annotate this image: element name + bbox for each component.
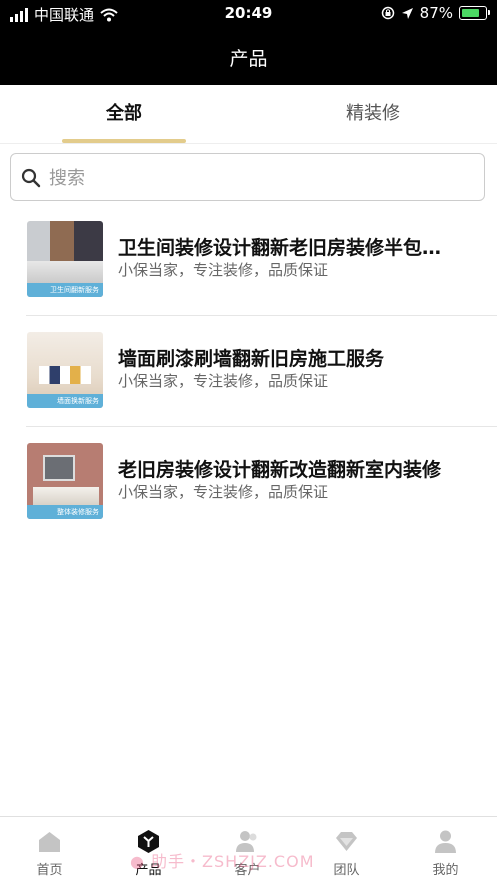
thumbnail-banner: 整体装修服务	[27, 505, 103, 519]
thumbnail-banner: 卫生间翻新服务	[27, 283, 103, 297]
product-item[interactable]: 卫生间翻新服务 卫生间装修设计翻新老旧房装修半包… 小保当家，专注装修，品质保证	[0, 205, 497, 316]
active-tab-indicator	[62, 139, 186, 143]
product-thumbnail: 墙面换新服务	[27, 332, 103, 408]
product-item[interactable]: 整体装修服务 老旧房装修设计翻新改造翻新室内装修 小保当家，专注装修，品质保证	[0, 427, 497, 538]
product-title: 卫生间装修设计翻新老旧房装修半包…	[118, 237, 442, 259]
battery-icon	[459, 6, 490, 20]
product-item[interactable]: 墙面换新服务 墙面刷漆刷墙翻新旧房施工服务 小保当家，专注装修，品质保证	[0, 316, 497, 427]
watermark-text: ● 助手・ZSHZJZ.COM	[130, 852, 315, 871]
search-icon	[21, 168, 41, 188]
thumbnail-banner: 墙面换新服务	[27, 394, 103, 408]
search-box[interactable]	[10, 153, 485, 202]
category-tabs: 全部 精装修	[0, 85, 497, 144]
tab-all[interactable]: 全部	[0, 85, 248, 143]
status-bar: 中国联通 20:49 87%	[0, 0, 497, 28]
tabbar-label: 我的	[432, 863, 459, 878]
product-title: 墙面刷漆刷墙翻新旧房施工服务	[118, 348, 385, 370]
product-subtitle: 小保当家，专注装修，品质保证	[118, 372, 329, 390]
product-subtitle: 小保当家，专注装修，品质保证	[118, 261, 329, 279]
tab-fine-decoration[interactable]: 精装修	[249, 85, 497, 143]
tabbar-label: 首页	[36, 863, 63, 878]
home-icon	[39, 832, 60, 852]
product-title: 老旧房装修设计翻新改造翻新室内装修	[118, 459, 442, 481]
team-icon	[336, 832, 357, 851]
battery-percent: 87%	[419, 4, 453, 22]
tabbar-home[interactable]: 首页	[0, 817, 99, 884]
product-thumbnail: 卫生间翻新服务	[27, 221, 103, 297]
product-thumbnail: 整体装修服务	[27, 443, 103, 519]
profile-icon	[435, 830, 456, 853]
page-title: 产品	[229, 48, 268, 70]
search-input[interactable]	[47, 154, 471, 202]
location-arrow-icon	[401, 7, 413, 19]
product-list: 卫生间翻新服务 卫生间装修设计翻新老旧房装修半包… 小保当家，专注装修，品质保证…	[0, 205, 497, 538]
orientation-lock-icon	[381, 6, 394, 20]
product-subtitle: 小保当家，专注装修，品质保证	[118, 483, 329, 501]
nav-bar: 产品	[0, 28, 497, 85]
status-right: 87%	[381, 4, 490, 22]
tabbar-profile[interactable]: 我的	[396, 817, 495, 884]
